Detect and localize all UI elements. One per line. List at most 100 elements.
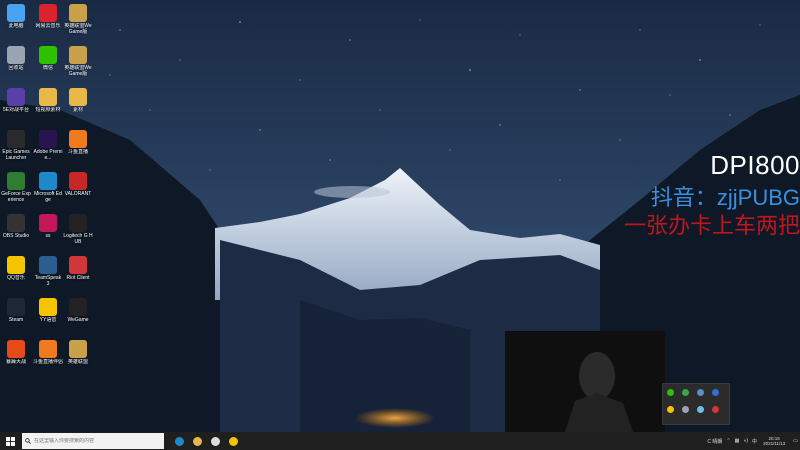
- game-icon: [7, 340, 25, 358]
- recycle-bin-icon: [7, 46, 25, 64]
- desktop-shortcut[interactable]: 英雄联盟: [63, 338, 93, 378]
- search-input[interactable]: [31, 438, 154, 444]
- wechat-icon: [39, 46, 57, 64]
- windows-logo-icon: [5, 436, 15, 446]
- lol-icon: [69, 340, 87, 358]
- system-tray: C 晴朗 ⌃ ▦ ◖) 中 20:16 2021/11/13 ▭: [705, 432, 800, 450]
- wegame-icon: [69, 298, 87, 316]
- webcam-overlay: [505, 331, 665, 432]
- desktop-shortcut-label: Epic Games Launcher: [2, 149, 30, 161]
- desktop-shortcut-label: 暴躁大战: [5, 359, 26, 365]
- netease-music-icon: [39, 4, 57, 22]
- tray-wechat-icon[interactable]: [667, 389, 674, 396]
- network-icon[interactable]: ▦: [735, 438, 740, 444]
- desktop-shortcut-label: 英雄联盟WeGame版: [64, 23, 92, 35]
- desktop-shortcut[interactable]: 英雄联盟WeGame版: [63, 2, 93, 42]
- qq-music-icon: [7, 256, 25, 274]
- desktop-shortcut[interactable]: 回收站: [1, 44, 31, 84]
- desktop-shortcut-label: 英雄联盟WeGame版: [64, 65, 92, 77]
- desktop-shortcut-label: Logitech G HUB: [63, 233, 93, 245]
- file-explorer-taskbar-button[interactable]: [188, 432, 206, 450]
- tray-logitech-icon[interactable]: [697, 406, 704, 413]
- ime-indicator[interactable]: 中: [752, 438, 757, 445]
- desktop-shortcut[interactable]: Riot Client: [63, 254, 93, 294]
- notification-icon[interactable]: ▭: [793, 438, 798, 444]
- desktop-shortcut-label: TeamSpeak 3: [34, 275, 62, 287]
- desktop-shortcut-label: ss: [45, 233, 51, 239]
- desktop-shortcut[interactable]: 斗鱼直播: [63, 128, 93, 168]
- yy-icon: [39, 298, 57, 316]
- desktop-shortcut[interactable]: YY语音: [33, 296, 63, 336]
- 5e-platform-icon: [7, 88, 25, 106]
- folder-icon: [69, 88, 87, 106]
- desktop-shortcut-label: YY语音: [39, 317, 57, 323]
- desktop-shortcut[interactable]: Steam: [1, 296, 31, 336]
- obs-taskbar-icon: [210, 436, 220, 446]
- desktop-shortcut-label: 短视频素材: [35, 107, 61, 113]
- weather-widget[interactable]: C 晴朗: [707, 438, 722, 445]
- webcam-silhouette: [565, 352, 633, 432]
- desktop-shortcut-label: Adobe Premie...: [33, 149, 63, 161]
- desktop-shortcut-label: Riot Client: [66, 275, 90, 281]
- edge-taskbar-icon: [174, 436, 184, 446]
- desktop-shortcut[interactable]: OBS Studio: [1, 212, 31, 252]
- desktop-shortcut[interactable]: GeForce Experience: [1, 170, 31, 210]
- riot-icon: [69, 256, 87, 274]
- desktop-shortcut-label: 斗鱼直播伴侣: [33, 359, 63, 365]
- desktop-shortcut[interactable]: 网易云音乐: [33, 2, 63, 42]
- clock-date: 2021/11/13: [763, 441, 786, 446]
- desktop-shortcut[interactable]: 微信: [33, 44, 63, 84]
- volume-icon[interactable]: ◖): [743, 438, 748, 444]
- epic-games-icon: [7, 130, 25, 148]
- tray-steam-icon[interactable]: [697, 389, 704, 396]
- desktop-shortcut-label: GeForce Experience: [1, 191, 31, 203]
- desktop-shortcut-label: 回收站: [8, 65, 24, 71]
- desktop-shortcut[interactable]: 英雄联盟WeGame版: [63, 44, 93, 84]
- lol-icon: [69, 46, 87, 64]
- desktop-shortcut[interactable]: Logitech G HUB: [63, 212, 93, 252]
- desktop-shortcut-label: 此电脑: [8, 23, 24, 29]
- douyu-icon: [69, 130, 87, 148]
- desktop-shortcut[interactable]: 素材: [63, 86, 93, 126]
- edge-taskbar-button[interactable]: [170, 432, 188, 450]
- desktop-shortcut[interactable]: 斗鱼直播伴侣: [33, 338, 63, 378]
- desktop-shortcut-label: Microsoft Edge: [34, 191, 62, 203]
- tray-chat-icon[interactable]: [682, 389, 689, 396]
- computer-icon: [7, 4, 25, 22]
- desktop-shortcut[interactable]: 5E对战平台: [1, 86, 31, 126]
- qq-music-taskbar-button[interactable]: [224, 432, 242, 450]
- tray-chevron-up-icon[interactable]: ⌃: [726, 438, 730, 444]
- obs-taskbar-button[interactable]: [206, 432, 224, 450]
- folder-icon: [39, 88, 57, 106]
- taskbar-search[interactable]: [22, 433, 164, 449]
- dpi-overlay-text: DPI800: [710, 150, 800, 180]
- desktop-shortcut[interactable]: VALORANT: [63, 170, 93, 210]
- tray-overflow-popup: [662, 383, 730, 425]
- qq-music-taskbar-icon: [228, 436, 238, 446]
- obs-icon: [7, 214, 25, 232]
- start-button[interactable]: [0, 432, 20, 450]
- tray-valorant-icon[interactable]: [712, 406, 719, 413]
- desktop-shortcut-label: 网易云音乐: [35, 23, 61, 29]
- desktop-shortcut-label: 5E对战平台: [2, 107, 30, 113]
- desktop-shortcut[interactable]: Epic Games Launcher: [1, 128, 31, 168]
- tray-qq-icon[interactable]: [667, 406, 674, 413]
- desktop-shortcut-label: 斗鱼直播: [67, 149, 88, 155]
- edge-icon: [39, 172, 57, 190]
- desktop-shortcut-label: 微信: [42, 65, 53, 71]
- desktop-shortcut[interactable]: Microsoft Edge: [33, 170, 63, 210]
- tray-bluetooth-icon[interactable]: [712, 389, 719, 396]
- douyu-companion-icon: [39, 340, 57, 358]
- desktop-shortcut[interactable]: TeamSpeak 3: [33, 254, 63, 294]
- desktop-shortcut[interactable]: QQ音乐: [1, 254, 31, 294]
- desktop-shortcut[interactable]: ss: [33, 212, 63, 252]
- desktop-shortcut-label: QQ音乐: [7, 275, 25, 281]
- taskbar-clock[interactable]: 20:16 2021/11/13: [763, 436, 785, 446]
- tray-app-icon[interactable]: [682, 406, 689, 413]
- desktop-shortcut[interactable]: 此电脑: [1, 2, 31, 42]
- desktop-shortcut[interactable]: WeGame: [63, 296, 93, 336]
- desktop-shortcut[interactable]: Adobe Premie...: [33, 128, 63, 168]
- desktop-shortcut[interactable]: 短视频素材: [33, 86, 63, 126]
- desktop-shortcut[interactable]: 暴躁大战: [1, 338, 31, 378]
- desktop-shortcut-label: 素材: [72, 107, 83, 113]
